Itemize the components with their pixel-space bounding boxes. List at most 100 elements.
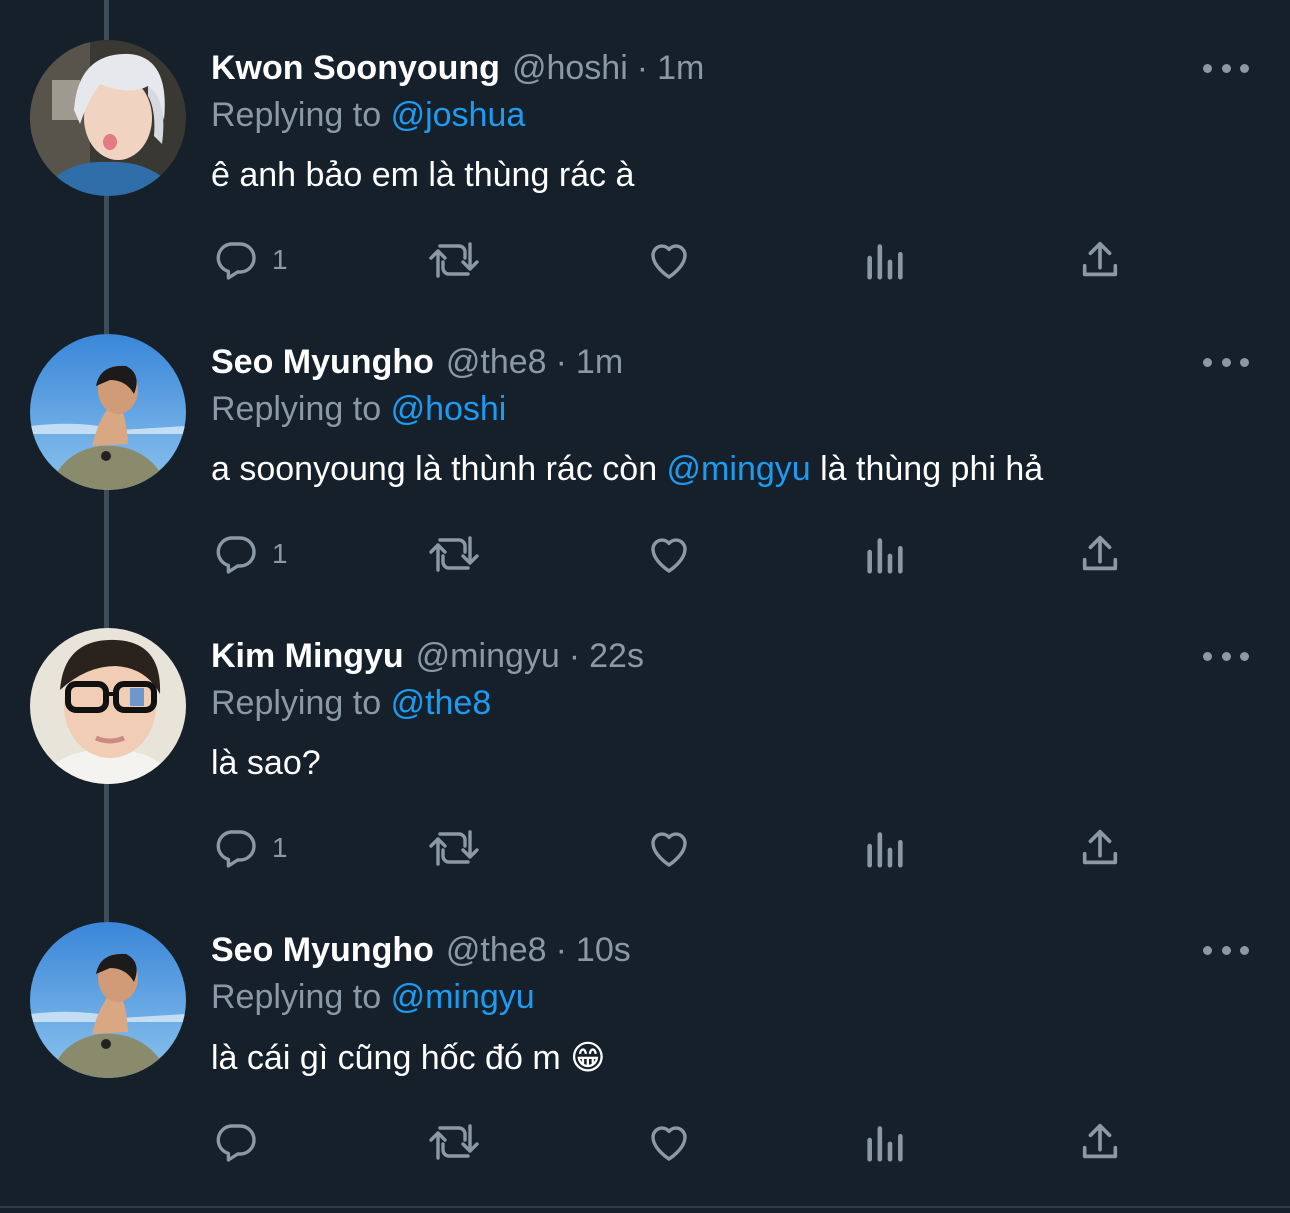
reply-count: 1 — [272, 244, 288, 275]
display-name[interactable]: Kwon Soonyoung — [211, 49, 500, 88]
like-button[interactable] — [644, 234, 694, 286]
body-text-segment: là sao? — [211, 744, 321, 782]
views-button[interactable] — [862, 1116, 908, 1168]
more-dots-icon[interactable] — [1203, 940, 1249, 960]
action-bar: 1 — [0, 528, 1290, 580]
body-text-segment: 😁 — [570, 1039, 606, 1077]
heart-icon — [644, 530, 694, 578]
replying-to-label: Replying to — [211, 684, 382, 722]
tweet-text: là cái gì cũng hốc đó m 😁 — [211, 1038, 606, 1078]
tweet[interactable]: Kwon Soonyoung @hoshi · 1m Replying to @josh… — [0, 0, 1290, 294]
user-handle[interactable]: @hoshi — [512, 49, 628, 88]
replying-to-mention[interactable]: @joshua — [391, 96, 526, 134]
tweet-text: là sao? — [211, 744, 321, 783]
views-chart-icon — [862, 824, 908, 872]
tweet-text: ê anh bảo em là thùng rác à — [211, 156, 634, 195]
reply-count: 1 — [272, 832, 288, 863]
body-text-segment: là cái gì cũng hốc đó m — [211, 1039, 571, 1077]
retweet-icon — [426, 236, 482, 284]
retweet-button[interactable] — [426, 234, 482, 286]
tweet-header: Seo Myungho @the8 · 1m — [211, 342, 623, 382]
share-icon — [1077, 824, 1123, 872]
share-button[interactable] — [1077, 1116, 1123, 1168]
reply-button[interactable]: 1 — [212, 822, 288, 874]
tweet-header: Seo Myungho @the8 · 10s — [211, 930, 631, 970]
body-text-segment: ê anh bảo em là thùng rác à — [211, 156, 635, 194]
display-name[interactable]: Seo Myungho — [211, 343, 434, 382]
views-button[interactable] — [862, 234, 908, 286]
like-button[interactable] — [644, 822, 694, 874]
views-chart-icon — [862, 1118, 908, 1166]
heart-icon — [644, 236, 694, 284]
retweet-button[interactable] — [426, 1116, 482, 1168]
tweet[interactable]: Seo Myungho @the8 · 10s Replying to @mingyu l… — [0, 882, 1290, 1176]
user-handle[interactable]: @the8 — [446, 343, 547, 382]
more-dots-icon[interactable] — [1203, 58, 1249, 78]
display-name[interactable]: Seo Myungho — [211, 931, 434, 970]
avatar[interactable] — [30, 334, 186, 490]
views-button[interactable] — [862, 528, 908, 580]
replying-to-label: Replying to — [211, 390, 382, 428]
share-button[interactable] — [1077, 234, 1123, 286]
user-handle[interactable]: @mingyu — [416, 637, 560, 676]
replying-to-mention[interactable]: @mingyu — [391, 978, 535, 1016]
replying-to: Replying to @hoshi — [211, 390, 506, 429]
views-button[interactable] — [862, 822, 908, 874]
tweet[interactable]: Seo Myungho @the8 · 1m Replying to @hoshi a s… — [0, 294, 1290, 588]
more-dots-icon[interactable] — [1203, 352, 1249, 372]
retweet-button[interactable] — [426, 528, 482, 580]
replying-to-label: Replying to — [211, 978, 382, 1016]
tweet-header: Kwon Soonyoung @hoshi · 1m — [211, 48, 704, 88]
timestamp[interactable]: 1m — [657, 49, 704, 88]
reply-button[interactable] — [212, 1116, 272, 1168]
divider — [0, 1206, 1290, 1208]
retweet-icon — [426, 1118, 482, 1166]
replying-to: Replying to @joshua — [211, 96, 525, 135]
reply-count: 1 — [272, 538, 288, 569]
avatar[interactable] — [30, 628, 186, 784]
like-button[interactable] — [644, 528, 694, 580]
tweet-header: Kim Mingyu @mingyu · 22s — [211, 636, 644, 676]
timestamp[interactable]: 22s — [589, 637, 644, 676]
share-button[interactable] — [1077, 528, 1123, 580]
separator-dot: · — [568, 636, 581, 675]
like-button[interactable] — [644, 1116, 694, 1168]
replying-to-mention[interactable]: @hoshi — [391, 390, 507, 428]
replying-to-mention[interactable]: @the8 — [391, 684, 492, 722]
views-chart-icon — [862, 530, 908, 578]
display-name[interactable]: Kim Mingyu — [211, 637, 404, 676]
retweet-button[interactable] — [426, 822, 482, 874]
tweet[interactable]: Kim Mingyu @mingyu · 22s Replying to @the8 là… — [0, 588, 1290, 882]
tweet-text: a soonyoung là thùnh rác còn @mingyu là … — [211, 450, 1043, 489]
share-icon — [1077, 1118, 1123, 1166]
share-icon — [1077, 530, 1123, 578]
share-icon — [1077, 236, 1123, 284]
reply-icon — [212, 824, 260, 872]
reply-button[interactable]: 1 — [212, 528, 288, 580]
retweet-icon — [426, 530, 482, 578]
timestamp[interactable]: 1m — [576, 343, 623, 382]
body-text-segment: là thùng phi hả — [810, 450, 1044, 488]
action-bar — [0, 1116, 1290, 1168]
reply-icon — [212, 236, 260, 284]
replying-to: Replying to @the8 — [211, 684, 491, 723]
user-handle[interactable]: @the8 — [446, 931, 547, 970]
separator-dot: · — [636, 48, 649, 87]
reply-button[interactable]: 1 — [212, 234, 288, 286]
body-text-segment: a soonyoung là thùnh rác còn — [211, 450, 667, 488]
timestamp[interactable]: 10s — [576, 931, 631, 970]
avatar[interactable] — [30, 40, 186, 196]
replying-to-label: Replying to — [211, 96, 382, 134]
separator-dot: · — [555, 930, 567, 969]
action-bar: 1 — [0, 822, 1290, 874]
share-button[interactable] — [1077, 822, 1123, 874]
replying-to: Replying to @mingyu — [211, 978, 535, 1017]
action-bar: 1 — [0, 234, 1290, 286]
views-chart-icon — [862, 236, 908, 284]
heart-icon — [644, 1118, 694, 1166]
retweet-icon — [426, 824, 482, 872]
more-dots-icon[interactable] — [1203, 646, 1249, 666]
body-mention-link[interactable]: @mingyu — [667, 450, 811, 488]
avatar[interactable] — [30, 922, 186, 1078]
heart-icon — [644, 824, 694, 872]
